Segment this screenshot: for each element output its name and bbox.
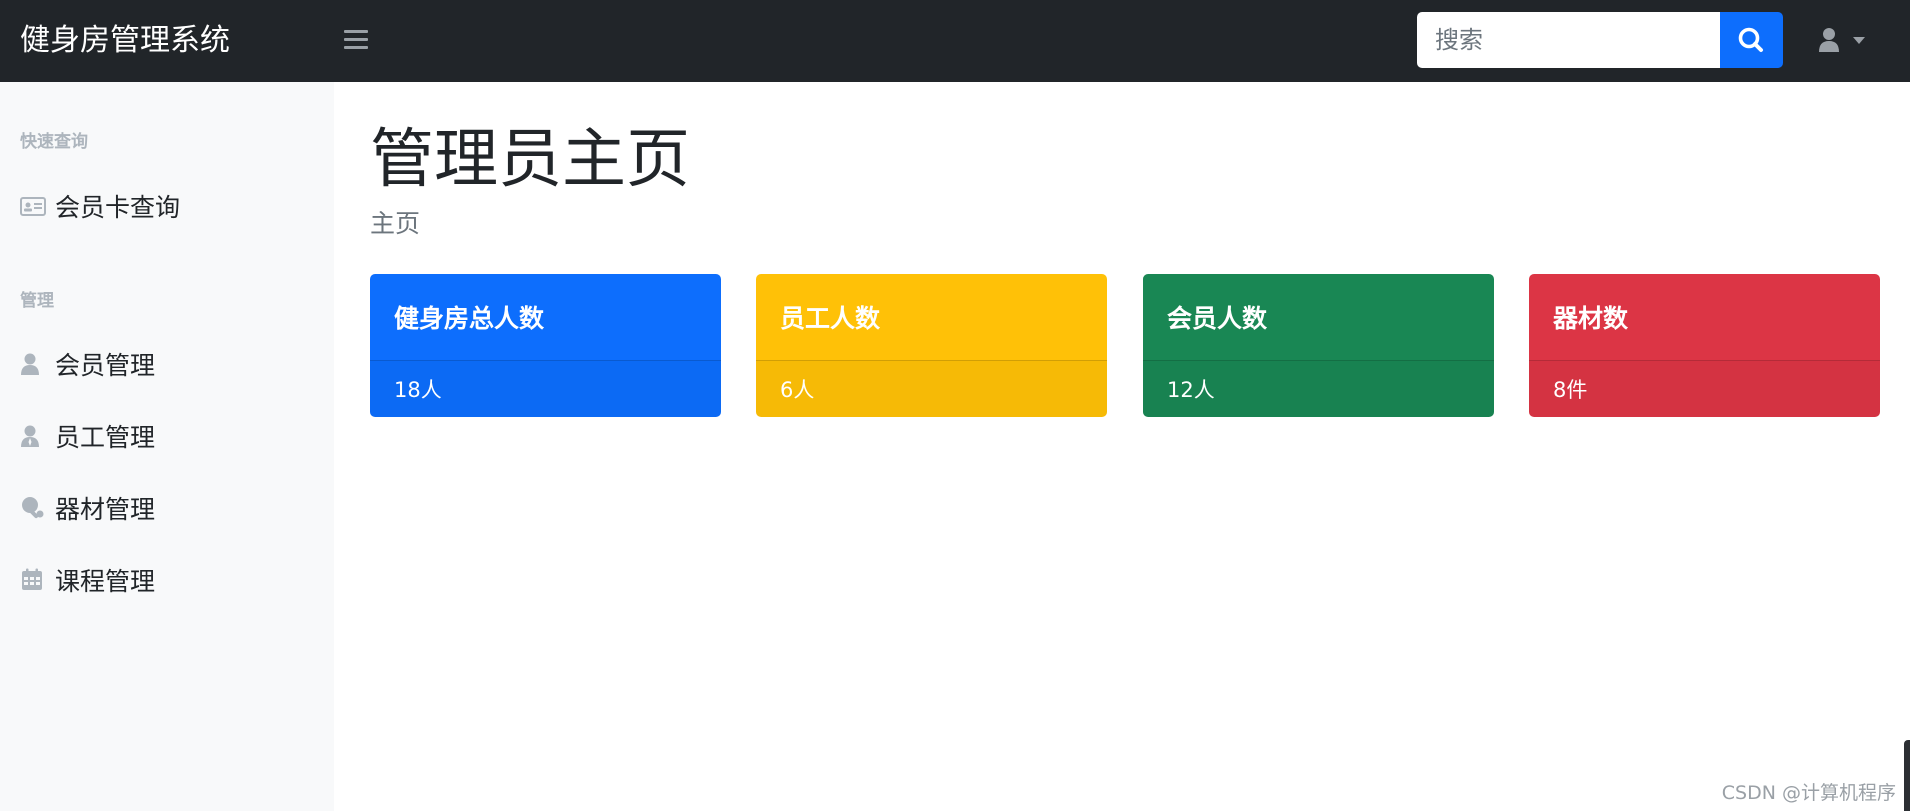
- sidebar-toggle-icon[interactable]: [344, 30, 368, 52]
- card-value: 12人: [1143, 360, 1494, 417]
- search-icon: [1738, 27, 1763, 52]
- main-content: 管理员主页 主页 健身房总人数 18人 员工人数 6人 会员人数 12人 器材数…: [334, 82, 1910, 811]
- stat-card-equipment-count: 器材数 8件: [1529, 274, 1880, 417]
- id-card-icon: [20, 197, 46, 216]
- top-navbar: 健身房管理系统: [0, 0, 1910, 82]
- watermark: CSDN @计算机程序: [1721, 782, 1896, 804]
- search-button[interactable]: [1720, 12, 1783, 68]
- sidebar-heading-quick-query: 快速查询: [20, 132, 88, 152]
- card-title: 器材数: [1553, 304, 1629, 333]
- card-value: 6人: [756, 360, 1107, 417]
- stat-card-member-count: 会员人数 12人: [1143, 274, 1494, 417]
- page-title: 管理员主页: [370, 123, 690, 197]
- window-edge: [1904, 740, 1910, 811]
- sidebar-item-label: 器材管理: [55, 495, 156, 524]
- user-icon: [21, 353, 39, 375]
- table-tennis-icon: [22, 497, 44, 519]
- stat-card-gym-total: 健身房总人数 18人: [370, 274, 721, 417]
- sidebar: 快速查询 会员卡查询 管理 会员管理 员工管理 器材管理 课程管理: [0, 82, 334, 811]
- sidebar-item-member-card-query[interactable]: 会员卡查询: [20, 186, 180, 226]
- brand-title[interactable]: 健身房管理系统: [20, 0, 230, 82]
- caret-down-icon: [1853, 37, 1865, 44]
- search-input[interactable]: [1417, 12, 1720, 68]
- sidebar-item-member-management[interactable]: 会员管理: [20, 344, 155, 384]
- breadcrumb: 主页: [370, 209, 421, 238]
- card-value: 18人: [370, 360, 721, 417]
- sidebar-item-equipment-management[interactable]: 器材管理: [20, 488, 155, 528]
- calendar-icon: [22, 568, 42, 590]
- sidebar-item-label: 课程管理: [55, 567, 156, 596]
- sidebar-item-label: 会员卡查询: [55, 193, 181, 222]
- card-value: 8件: [1529, 360, 1880, 417]
- card-title: 员工人数: [780, 304, 881, 333]
- sidebar-item-label: 员工管理: [55, 423, 156, 452]
- card-title: 会员人数: [1167, 304, 1268, 333]
- card-title: 健身房总人数: [394, 304, 545, 333]
- search-form: [1417, 12, 1783, 68]
- sidebar-item-label: 会员管理: [55, 351, 156, 380]
- sidebar-item-course-management[interactable]: 课程管理: [20, 560, 155, 600]
- user-tie-icon: [21, 425, 39, 447]
- user-dropdown[interactable]: [1818, 26, 1870, 56]
- sidebar-item-staff-management[interactable]: 员工管理: [20, 416, 155, 456]
- sidebar-heading-manage: 管理: [20, 291, 54, 311]
- stat-card-staff-count: 员工人数 6人: [756, 274, 1107, 417]
